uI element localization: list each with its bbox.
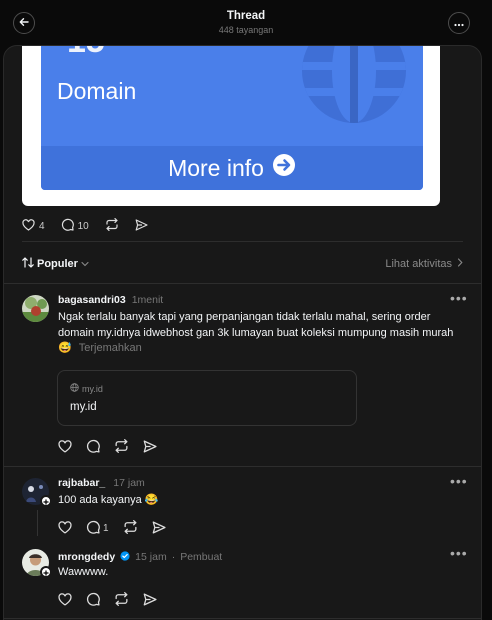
like-button[interactable] (58, 439, 72, 456)
divider (4, 283, 481, 284)
avatar[interactable] (22, 295, 49, 322)
divider (22, 241, 463, 242)
post-actions: 4 10 (22, 218, 164, 234)
view-activity-label: Lihat aktivitas (385, 258, 452, 270)
share-button[interactable] (152, 520, 166, 537)
comment-icon (86, 439, 100, 456)
reply-count: 10 (77, 220, 89, 232)
arrow-right-circle-icon (272, 153, 296, 183)
repost-button[interactable] (114, 592, 129, 609)
sort-arrows-icon (22, 257, 34, 271)
like-button[interactable] (58, 592, 72, 609)
username[interactable]: rajbabar_ (58, 477, 105, 489)
comment-more-button[interactable]: ••• (450, 290, 468, 306)
timestamp: 1menit (131, 294, 164, 306)
heart-icon (58, 592, 72, 609)
send-icon (152, 520, 166, 537)
send-icon (143, 439, 157, 456)
sort-label: Populer (37, 258, 78, 270)
post-image[interactable]: 15 Domain More info (22, 46, 440, 206)
heart-icon (58, 520, 72, 537)
divider (4, 466, 481, 467)
follow-badge[interactable] (40, 566, 52, 578)
sort-dropdown[interactable]: Populer (22, 257, 89, 271)
globe-icon (299, 46, 419, 131)
top-bar: Thread 448 tayangan (0, 0, 492, 46)
plus-icon (43, 492, 49, 510)
view-activity-link[interactable]: Lihat aktivitas (385, 258, 463, 270)
comment-body: Wawwww. (58, 566, 109, 578)
translate-link[interactable]: Terjemahkan (79, 342, 142, 354)
separator-dot: · (171, 551, 176, 563)
chevron-right-icon (457, 258, 463, 270)
link-preview-card[interactable]: my.id my.id (57, 370, 357, 426)
comment-body: 100 ada kayanya 😂 (58, 494, 159, 506)
comment-header: rajbabar_ 17 jam (58, 477, 145, 489)
ellipsis-icon: ••• (450, 473, 468, 489)
username[interactable]: mrongdedy (58, 551, 115, 563)
like-button[interactable] (58, 520, 72, 537)
send-icon (135, 218, 148, 234)
banner-number: 15 (67, 46, 105, 61)
reply-button[interactable] (86, 592, 100, 609)
share-button[interactable] (135, 218, 148, 234)
like-count: 4 (39, 220, 45, 232)
repost-button[interactable] (114, 439, 129, 456)
follow-badge[interactable] (40, 495, 52, 507)
timestamp: 17 jam (113, 477, 145, 489)
reply-button[interactable] (86, 439, 100, 456)
heart-icon (22, 218, 35, 234)
share-button[interactable] (143, 439, 157, 456)
reply-count: 1 (103, 523, 109, 534)
comment-actions (58, 439, 171, 456)
plus-icon (43, 563, 49, 581)
comment-icon (86, 592, 100, 609)
repost-icon (114, 439, 129, 456)
promo-banner: 15 Domain More info (41, 46, 423, 190)
reply-button[interactable]: 1 (86, 520, 109, 537)
repost-icon (123, 520, 138, 537)
link-domain-text: my.id (82, 383, 103, 394)
comment-actions (58, 592, 171, 609)
link-domain: my.id (70, 383, 103, 394)
author-tag: Pembuat (180, 551, 223, 563)
ellipsis-icon: ••• (450, 290, 468, 306)
ellipsis-icon: ••• (450, 545, 468, 561)
comment-icon (61, 218, 74, 234)
globe-icon (70, 383, 79, 394)
repost-button[interactable] (105, 218, 119, 234)
chevron-down-icon (81, 258, 89, 270)
comment-icon (86, 520, 100, 537)
view-count: 448 tayangan (218, 25, 274, 35)
comment-header: mrongdedy 15 jam · Pembuat (58, 548, 222, 566)
comment-actions: 1 (58, 520, 180, 537)
username[interactable]: bagasandri03 (58, 294, 126, 306)
repost-button[interactable] (123, 520, 138, 537)
more-info-bar: More info (41, 146, 423, 190)
link-title: my.id (70, 401, 97, 413)
thread-connector (37, 510, 38, 536)
page-title: Thread (226, 10, 266, 22)
more-info-label: More info (168, 154, 264, 181)
heart-icon (58, 439, 72, 456)
more-options-button[interactable] (448, 12, 470, 34)
repost-icon (105, 218, 119, 234)
timestamp: 15 jam (135, 551, 167, 563)
comment-text: Ngak terlalu banyak tapi yang perpanjang… (58, 310, 458, 357)
share-button[interactable] (143, 592, 157, 609)
ellipsis-icon (454, 14, 464, 32)
banner-domain-label: Domain (57, 78, 137, 104)
send-icon (143, 592, 157, 609)
divider (4, 618, 481, 619)
reply-button[interactable]: 10 (61, 218, 89, 234)
verified-badge-icon (120, 548, 130, 566)
like-button[interactable]: 4 (22, 218, 45, 234)
comment-more-button[interactable]: ••• (450, 473, 468, 489)
repost-icon (114, 592, 129, 609)
sort-bar: Populer Lihat aktivitas (22, 257, 463, 271)
comment-header: bagasandri03 1menit (58, 294, 163, 306)
thread-panel: 15 Domain More info (3, 45, 482, 620)
comment-more-button[interactable]: ••• (450, 545, 468, 561)
